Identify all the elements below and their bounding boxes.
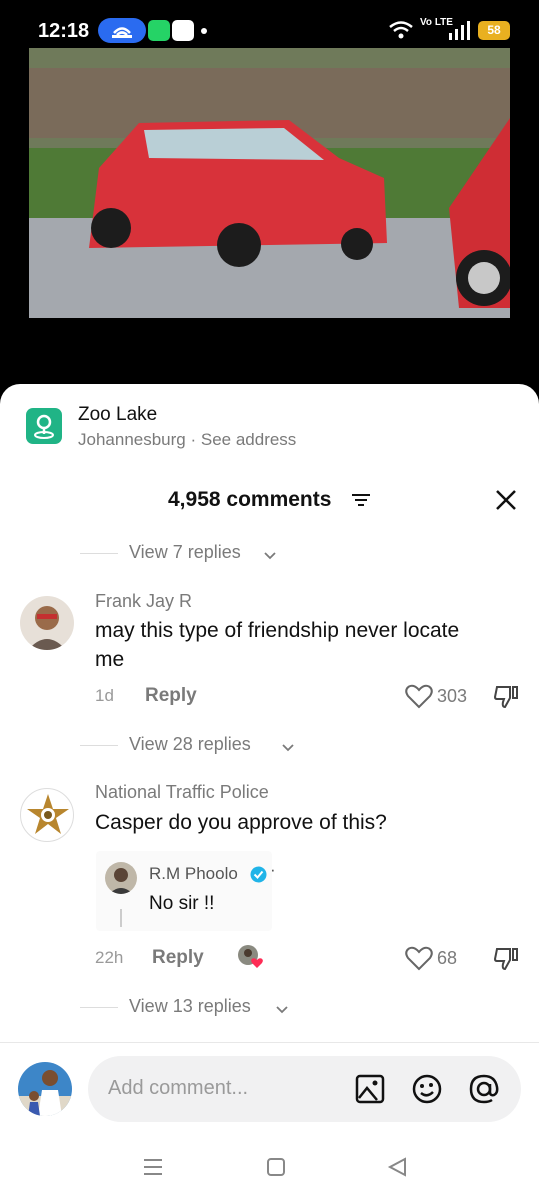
- avatar[interactable]: [20, 788, 74, 842]
- filter-icon[interactable]: [352, 492, 370, 513]
- back-icon[interactable]: [386, 1156, 408, 1183]
- more-notifications-icon: [201, 28, 207, 34]
- video-frame-image: [29, 48, 510, 318]
- quote-thread-line: [120, 909, 122, 927]
- view-replies-link[interactable]: View 13 replies: [129, 996, 251, 1017]
- dislike-icon[interactable]: [493, 946, 518, 977]
- like-count: 303: [437, 686, 468, 706]
- location-icon: [26, 408, 62, 444]
- comment-text-continued: me: [95, 648, 125, 671]
- comment-input[interactable]: Add comment...: [88, 1056, 521, 1122]
- chevron-down-icon: [276, 1002, 288, 1020]
- emoji-icon[interactable]: [411, 1073, 443, 1110]
- avatar[interactable]: [20, 596, 74, 650]
- battery-indicator: 58: [478, 21, 510, 40]
- dislike-icon[interactable]: [493, 684, 518, 715]
- comment-author[interactable]: Frank Jay R: [95, 591, 192, 612]
- status-time: 12:18: [38, 20, 90, 42]
- whatsapp-icon: [148, 20, 170, 41]
- quoted-separator-dot: ·: [270, 860, 276, 879]
- comments-count: 4,958 comments: [168, 488, 332, 511]
- comment-text: may this type of friendship never locate: [95, 619, 460, 642]
- close-icon[interactable]: [494, 488, 518, 517]
- reply-button[interactable]: Reply: [145, 685, 197, 707]
- heart-icon[interactable]: [405, 684, 433, 714]
- system-nav-bar: [0, 1140, 539, 1200]
- quoted-avatar: [105, 862, 137, 894]
- app-notification-icon: [172, 20, 194, 41]
- view-replies-link[interactable]: View 28 replies: [129, 734, 251, 755]
- chevron-down-icon: [264, 548, 276, 566]
- quoted-text: No sir !!: [149, 893, 215, 914]
- signal-icon: [448, 20, 470, 45]
- replies-divider: [80, 1007, 118, 1008]
- location-name[interactable]: Zoo Lake: [78, 404, 157, 426]
- menu-icon[interactable]: [143, 1157, 163, 1182]
- comment-time: 1d: [95, 686, 114, 705]
- location-subtitle[interactable]: Johannesburg · See address: [78, 430, 296, 450]
- verified-icon: [250, 866, 267, 888]
- composer-divider: [0, 1042, 539, 1043]
- my-avatar[interactable]: [18, 1062, 72, 1116]
- replies-divider: [80, 553, 118, 554]
- chevron-down-icon: [282, 740, 294, 758]
- comments-sheet: Zoo Lake Johannesburg · See address 4,95…: [0, 384, 539, 1200]
- comment-text: Casper do you approve of this?: [95, 811, 387, 834]
- quoted-author: R.M Phoolo: [149, 864, 238, 883]
- network-label: Vo LTE: [420, 17, 453, 28]
- hotspot-icon: [98, 18, 146, 43]
- creator-liked-icon: [237, 944, 265, 975]
- video-player[interactable]: [29, 48, 510, 318]
- view-replies-link[interactable]: View 7 replies: [129, 542, 241, 563]
- replies-divider: [80, 745, 118, 746]
- home-icon[interactable]: [266, 1157, 286, 1182]
- image-icon[interactable]: [355, 1074, 385, 1109]
- mention-icon[interactable]: [468, 1073, 500, 1110]
- comment-time: 22h: [95, 948, 124, 967]
- wifi-icon: [388, 20, 414, 45]
- heart-icon[interactable]: [405, 946, 433, 976]
- comment-author[interactable]: National Traffic Police: [95, 782, 269, 803]
- like-count: 68: [437, 948, 458, 968]
- comment-input-placeholder: Add comment...: [108, 1077, 249, 1099]
- reply-button[interactable]: Reply: [152, 947, 204, 969]
